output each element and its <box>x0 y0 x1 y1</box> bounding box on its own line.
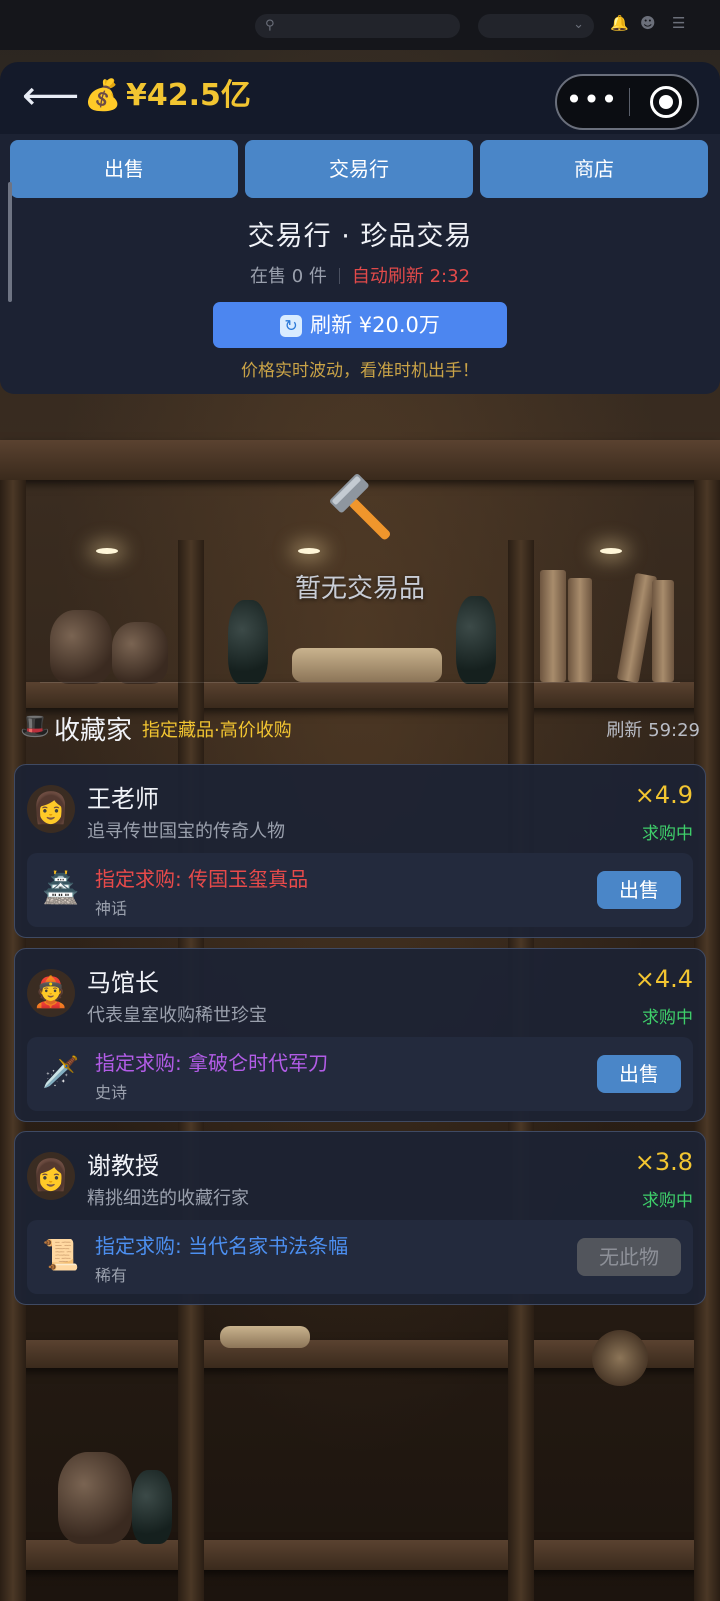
search-icon: ⚲ <box>265 18 275 33</box>
sell-button[interactable]: 出售 <box>597 1055 681 1093</box>
buyer-description: 追寻传世国宝的传奇人物 <box>87 821 285 842</box>
collectors-refresh-timer: 刷新 59:29 <box>606 720 700 741</box>
more-button[interactable]: ••• <box>557 76 627 128</box>
avatar: 👩 <box>27 785 75 833</box>
shelf-lamp <box>298 548 320 554</box>
compass <box>592 1330 648 1386</box>
chevron-down-icon: ⌄ <box>573 17 584 32</box>
request-text: 指定求购: 当代名家书法条幅 <box>95 1234 349 1258</box>
avatar: 👲 <box>27 969 75 1017</box>
shelf-lamp <box>600 548 622 554</box>
paper-scroll <box>220 1326 310 1348</box>
glass-bottle <box>132 1470 172 1544</box>
market-meta: 在售 0 件 自动刷新 2:32 <box>0 262 720 288</box>
record-icon[interactable] <box>650 86 682 118</box>
buyer-card: 👩 王老师 追寻传世国宝的传奇人物 ×4.9 求购中 🏯 指定求购: 传国玉玺真… <box>14 764 706 938</box>
buyer-name: 马馆长 <box>87 969 159 997</box>
buyer-description: 代表皇室收购稀世珍宝 <box>87 1005 267 1026</box>
refresh-icon: ↻ <box>280 315 303 337</box>
pottery-jar <box>58 1452 132 1544</box>
avatar: 👩 <box>27 1152 75 1200</box>
hammer-icon <box>330 474 391 540</box>
arrow-left-icon[interactable]: ⟵ <box>22 74 79 118</box>
status-badge: 求购中 <box>642 824 693 844</box>
meta-divider <box>338 268 340 284</box>
price-multiplier: ×3.8 <box>634 1148 693 1176</box>
capsule-divider <box>629 88 630 116</box>
buyer-card: 👲 马馆长 代表皇室收购稀世珍宝 ×4.4 求购中 🗡️ 指定求购: 拿破仑时代… <box>14 948 706 1122</box>
glass-bottle <box>228 600 268 684</box>
buyer-card: 👩 谢教授 精挑细选的收藏行家 ×3.8 求购中 📜 指定求购: 当代名家书法条… <box>14 1131 706 1305</box>
page-title: 交易行 · 珍品交易 <box>247 221 473 252</box>
glass-bottle <box>456 596 496 684</box>
saber-icon: 🗡️ <box>42 1055 80 1090</box>
tab-market[interactable]: 交易行 <box>245 140 473 198</box>
shelf-plank <box>0 682 720 708</box>
money-bag-icon: 💰 <box>84 78 122 113</box>
status-badge: 求购中 <box>642 1191 693 1211</box>
mini-program-capsule: ••• <box>555 74 699 130</box>
shelf-plank <box>0 1540 720 1570</box>
rarity-label: 神话 <box>95 899 128 918</box>
price-multiplier: ×4.9 <box>634 781 693 809</box>
price-hint: 价格实时波动，看准时机出手！ <box>241 361 479 381</box>
collectors-subtitle: 指定藏品·高价收购 <box>142 720 292 741</box>
rarity-label: 史诗 <box>95 1083 128 1102</box>
tab-sell[interactable]: 出售 <box>10 140 238 198</box>
system-bar: ⚲ ⌄ 🔔 ☻ ☰ <box>0 0 720 50</box>
sell-button[interactable]: 出售 <box>597 871 681 909</box>
section-divider <box>40 682 680 683</box>
top-hat-icon: 🎩 <box>20 712 50 740</box>
request-row: 🏯 指定求购: 传国玉玺真品 神话 出售 <box>27 853 693 927</box>
user-icon[interactable]: ☻ <box>640 14 656 32</box>
search-input[interactable]: ⚲ <box>255 14 460 38</box>
refresh-button-label: 刷新 ¥20.0万 <box>310 313 440 337</box>
shelf-lamp <box>96 548 118 554</box>
request-row: 📜 指定求购: 当代名家书法条幅 稀有 无此物 <box>27 1220 693 1294</box>
price-multiplier: ×4.4 <box>634 965 693 993</box>
tab-bar: 出售 交易行 商店 <box>10 140 710 198</box>
market-panel: 出售 交易行 商店 交易行 · 珍品交易 在售 0 件 自动刷新 2:32 ↻ 刷新… <box>0 134 720 394</box>
unavailable-button[interactable]: 无此物 <box>577 1238 681 1276</box>
tab-shop[interactable]: 商店 <box>480 140 708 198</box>
money-balance: ¥42.5亿 <box>126 78 251 113</box>
buyer-description: 精挑细选的收藏行家 <box>87 1188 249 1209</box>
auto-refresh-timer: 自动刷新 2:32 <box>351 266 471 287</box>
app-header: ⟵ 💰 ¥42.5亿 ••• <box>0 62 720 134</box>
dropdown-select[interactable]: ⌄ <box>478 14 594 38</box>
pottery-jar <box>50 610 112 684</box>
pottery-jar <box>112 622 168 684</box>
jade-seal-icon: 🏯 <box>42 871 80 906</box>
request-text: 指定求购: 拿破仑时代军刀 <box>95 1051 329 1075</box>
buyer-name: 王老师 <box>87 785 159 813</box>
collectors-title: 收藏家 <box>54 716 133 746</box>
request-text: 指定求购: 传国玉玺真品 <box>95 867 309 891</box>
refresh-button[interactable]: ↻ 刷新 ¥20.0万 <box>213 302 507 348</box>
bell-icon[interactable]: 🔔 <box>610 14 629 32</box>
empty-state-text: 暂无交易品 <box>294 574 425 604</box>
paper-scroll <box>292 648 442 682</box>
calligraphy-scroll-icon: 📜 <box>42 1238 80 1273</box>
request-row: 🗡️ 指定求购: 拿破仑时代军刀 史诗 出售 <box>27 1037 693 1111</box>
buyer-name: 谢教授 <box>87 1152 159 1180</box>
on-sale-count: 在售 0 件 <box>249 266 327 287</box>
status-badge: 求购中 <box>642 1008 693 1028</box>
menu-icon[interactable]: ☰ <box>672 14 685 32</box>
rarity-label: 稀有 <box>95 1266 128 1285</box>
